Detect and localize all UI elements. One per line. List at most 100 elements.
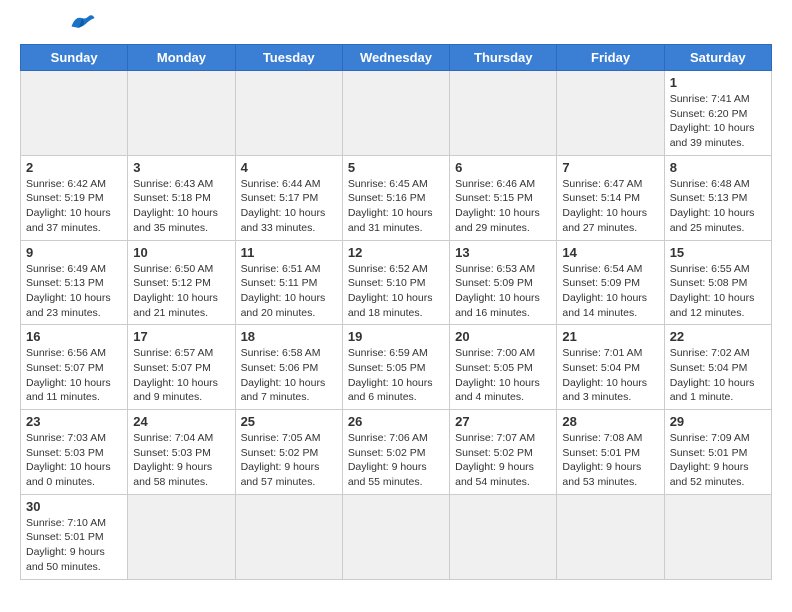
day-cell: 29 Sunrise: 7:09 AMSunset: 5:01 PMDayligh… [664, 410, 771, 495]
day-cell: 25 Sunrise: 7:05 AMSunset: 5:02 PMDayligh… [235, 410, 342, 495]
day-info: Sunrise: 7:05 AMSunset: 5:02 PMDaylight:… [241, 431, 337, 490]
day-number: 16 [26, 329, 122, 344]
day-cell: 9Sunrise: 6:49 AMSunset: 5:13 PMDaylight… [21, 240, 128, 325]
day-cell [235, 494, 342, 579]
day-cell: 22 Sunrise: 7:02 AMSunset: 5:04 PMDayligh… [664, 325, 771, 410]
day-number: 9 [26, 245, 122, 260]
day-cell [664, 494, 771, 579]
day-info: Sunrise: 7:09 AMSunset: 5:01 PMDaylight:… [670, 431, 766, 490]
logo-bird-icon [68, 12, 96, 34]
day-info: Sunrise: 6:47 AMSunset: 5:14 PMDaylight:… [562, 177, 658, 236]
day-number: 29 [670, 414, 766, 429]
day-cell: 16 Sunrise: 6:56 AMSunset: 5:07 PMDayligh… [21, 325, 128, 410]
week-row-4: 16 Sunrise: 6:56 AMSunset: 5:07 PMDayligh… [21, 325, 772, 410]
day-cell: 26 Sunrise: 7:06 AMSunset: 5:02 PMDayligh… [342, 410, 449, 495]
day-number: 17 [133, 329, 229, 344]
weekday-header-thursday: Thursday [450, 45, 557, 71]
weekday-header-wednesday: Wednesday [342, 45, 449, 71]
day-number: 14 [562, 245, 658, 260]
day-info: Sunrise: 6:54 AMSunset: 5:09 PMDaylight:… [562, 262, 658, 321]
day-cell: 23 Sunrise: 7:03 AMSunset: 5:03 PMDayligh… [21, 410, 128, 495]
day-cell [128, 494, 235, 579]
day-info: Sunrise: 6:45 AMSunset: 5:16 PMDaylight:… [348, 177, 444, 236]
page: SundayMondayTuesdayWednesdayThursdayFrid… [0, 0, 792, 600]
day-cell [557, 494, 664, 579]
day-info: Sunrise: 7:03 AMSunset: 5:03 PMDaylight:… [26, 431, 122, 490]
day-info: Sunrise: 6:57 AMSunset: 5:07 PMDaylight:… [133, 346, 229, 405]
day-cell: 5 Sunrise: 6:45 AMSunset: 5:16 PMDaylight… [342, 155, 449, 240]
day-info: Sunrise: 6:53 AMSunset: 5:09 PMDaylight:… [455, 262, 551, 321]
day-cell: 14 Sunrise: 6:54 AMSunset: 5:09 PMDayligh… [557, 240, 664, 325]
day-info: Sunrise: 6:44 AMSunset: 5:17 PMDaylight:… [241, 177, 337, 236]
day-info: Sunrise: 6:56 AMSunset: 5:07 PMDaylight:… [26, 346, 122, 405]
day-number: 30 [26, 499, 122, 514]
day-cell [342, 71, 449, 156]
day-number: 27 [455, 414, 551, 429]
day-info: Sunrise: 7:02 AMSunset: 5:04 PMDaylight:… [670, 346, 766, 405]
day-cell: 28 Sunrise: 7:08 AMSunset: 5:01 PMDayligh… [557, 410, 664, 495]
day-cell: 13 Sunrise: 6:53 AMSunset: 5:09 PMDayligh… [450, 240, 557, 325]
day-info: Sunrise: 7:04 AMSunset: 5:03 PMDaylight:… [133, 431, 229, 490]
day-cell [128, 71, 235, 156]
weekday-header-saturday: Saturday [664, 45, 771, 71]
weekday-header-monday: Monday [128, 45, 235, 71]
day-cell: 21 Sunrise: 7:01 AMSunset: 5:04 PMDayligh… [557, 325, 664, 410]
day-info: Sunrise: 6:51 AMSunset: 5:11 PMDaylight:… [241, 262, 337, 321]
day-cell: 2Sunrise: 6:42 AMSunset: 5:19 PMDaylight… [21, 155, 128, 240]
day-cell: 19 Sunrise: 6:59 AMSunset: 5:05 PMDayligh… [342, 325, 449, 410]
day-info: Sunrise: 7:00 AMSunset: 5:05 PMDaylight:… [455, 346, 551, 405]
day-number: 15 [670, 245, 766, 260]
day-cell: 20 Sunrise: 7:00 AMSunset: 5:05 PMDayligh… [450, 325, 557, 410]
day-info: Sunrise: 7:06 AMSunset: 5:02 PMDaylight:… [348, 431, 444, 490]
day-number: 5 [348, 160, 444, 175]
day-number: 25 [241, 414, 337, 429]
day-info: Sunrise: 6:58 AMSunset: 5:06 PMDaylight:… [241, 346, 337, 405]
day-number: 19 [348, 329, 444, 344]
header [20, 16, 772, 34]
day-cell: 24 Sunrise: 7:04 AMSunset: 5:03 PMDayligh… [128, 410, 235, 495]
week-row-5: 23 Sunrise: 7:03 AMSunset: 5:03 PMDayligh… [21, 410, 772, 495]
day-cell [557, 71, 664, 156]
day-info: Sunrise: 6:48 AMSunset: 5:13 PMDaylight:… [670, 177, 766, 236]
day-info: Sunrise: 7:01 AMSunset: 5:04 PMDaylight:… [562, 346, 658, 405]
day-number: 3 [133, 160, 229, 175]
day-number: 6 [455, 160, 551, 175]
day-number: 1 [670, 75, 766, 90]
day-info: Sunrise: 7:10 AMSunset: 5:01 PMDaylight:… [26, 516, 122, 575]
day-number: 26 [348, 414, 444, 429]
day-number: 24 [133, 414, 229, 429]
day-number: 28 [562, 414, 658, 429]
day-number: 13 [455, 245, 551, 260]
day-info: Sunrise: 7:08 AMSunset: 5:01 PMDaylight:… [562, 431, 658, 490]
day-cell: 1Sunrise: 7:41 AMSunset: 6:20 PMDaylight… [664, 71, 771, 156]
day-number: 11 [241, 245, 337, 260]
day-cell: 7Sunrise: 6:47 AMSunset: 5:14 PMDaylight… [557, 155, 664, 240]
day-cell [450, 494, 557, 579]
day-number: 2 [26, 160, 122, 175]
day-cell: 30 Sunrise: 7:10 AMSunset: 5:01 PMDayligh… [21, 494, 128, 579]
day-cell: 12 Sunrise: 6:52 AMSunset: 5:10 PMDayligh… [342, 240, 449, 325]
day-info: Sunrise: 6:43 AMSunset: 5:18 PMDaylight:… [133, 177, 229, 236]
day-cell: 8Sunrise: 6:48 AMSunset: 5:13 PMDaylight… [664, 155, 771, 240]
day-info: Sunrise: 6:50 AMSunset: 5:12 PMDaylight:… [133, 262, 229, 321]
day-info: Sunrise: 6:46 AMSunset: 5:15 PMDaylight:… [455, 177, 551, 236]
day-info: Sunrise: 6:52 AMSunset: 5:10 PMDaylight:… [348, 262, 444, 321]
weekday-header-row: SundayMondayTuesdayWednesdayThursdayFrid… [21, 45, 772, 71]
day-number: 12 [348, 245, 444, 260]
day-info: Sunrise: 6:59 AMSunset: 5:05 PMDaylight:… [348, 346, 444, 405]
weekday-header-friday: Friday [557, 45, 664, 71]
day-number: 23 [26, 414, 122, 429]
day-number: 22 [670, 329, 766, 344]
day-cell: 18 Sunrise: 6:58 AMSunset: 5:06 PMDayligh… [235, 325, 342, 410]
day-number: 20 [455, 329, 551, 344]
week-row-6: 30 Sunrise: 7:10 AMSunset: 5:01 PMDayligh… [21, 494, 772, 579]
day-info: Sunrise: 6:55 AMSunset: 5:08 PMDaylight:… [670, 262, 766, 321]
day-cell: 3 Sunrise: 6:43 AMSunset: 5:18 PMDaylight… [128, 155, 235, 240]
week-row-2: 2Sunrise: 6:42 AMSunset: 5:19 PMDaylight… [21, 155, 772, 240]
week-row-3: 9Sunrise: 6:49 AMSunset: 5:13 PMDaylight… [21, 240, 772, 325]
weekday-header-sunday: Sunday [21, 45, 128, 71]
day-cell [21, 71, 128, 156]
calendar: SundayMondayTuesdayWednesdayThursdayFrid… [20, 44, 772, 580]
day-number: 18 [241, 329, 337, 344]
day-number: 21 [562, 329, 658, 344]
